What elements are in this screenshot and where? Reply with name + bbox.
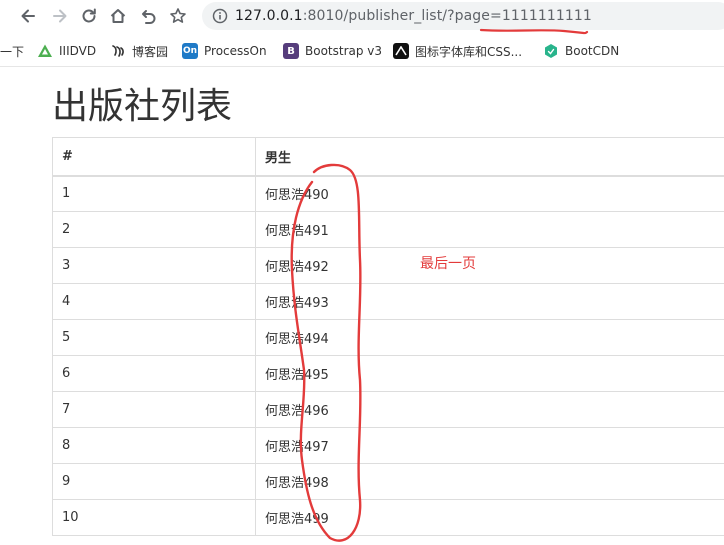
table-row: 3何思浩492: [53, 248, 724, 284]
red-underline-annotation: [480, 27, 588, 35]
bookmark-item[interactable]: 博客园: [110, 43, 168, 59]
table-row: 10何思浩499: [53, 500, 724, 536]
bookmark-item[interactable]: B Bootstrap v3: [283, 43, 382, 59]
row-index: 6: [53, 356, 256, 392]
bootcdn-icon: [543, 43, 559, 59]
font-icon: [393, 43, 409, 59]
star-bookmark-icon[interactable]: [166, 4, 190, 28]
table-row: 4何思浩493: [53, 284, 724, 320]
back-arrow-icon[interactable]: [16, 4, 40, 28]
row-index: 8: [53, 428, 256, 464]
bookmark-item[interactable]: BootCDN: [543, 43, 619, 59]
undo-icon[interactable]: [137, 4, 161, 28]
row-index: 9: [53, 464, 256, 500]
table-row: 6何思浩495: [53, 356, 724, 392]
processon-icon: On: [182, 43, 198, 59]
column-header: #: [53, 138, 256, 176]
reload-icon[interactable]: [77, 4, 101, 28]
row-index: 4: [53, 284, 256, 320]
bootstrap-icon: B: [283, 43, 299, 59]
row-index: 10: [53, 500, 256, 536]
page-title: 出版社列表: [52, 84, 232, 130]
table-row: 1何思浩490: [53, 176, 724, 212]
bookmark-item[interactable]: IIIDVD: [37, 43, 96, 59]
bookmark-item[interactable]: 图标字体库和CSS...: [393, 43, 522, 59]
row-index: 7: [53, 392, 256, 428]
publisher-table: # 男生 1何思浩490 2何思浩491 3何思浩492 4何思浩493 5何思…: [52, 137, 724, 536]
info-icon[interactable]: [212, 8, 228, 24]
last-page-annotation: 最后一页: [420, 253, 476, 273]
forward-arrow-icon[interactable]: [48, 4, 72, 28]
row-index: 1: [53, 176, 256, 212]
row-index: 2: [53, 212, 256, 248]
url-text[interactable]: 127.0.0.1:8010/publisher_list/?page=1111…: [235, 7, 592, 25]
table-row: 2何思浩491: [53, 212, 724, 248]
red-scribble-annotation: [270, 160, 380, 545]
cnblogs-icon: [110, 43, 126, 59]
triangle-logo-icon: [37, 43, 53, 59]
bookmark-item[interactable]: 一下: [0, 43, 24, 59]
browser-toolbar: 127.0.0.1:8010/publisher_list/?page=1111…: [0, 0, 724, 32]
table-row: 8何思浩497: [53, 428, 724, 464]
table-row: 7何思浩496: [53, 392, 724, 428]
address-bar[interactable]: 127.0.0.1:8010/publisher_list/?page=1111…: [202, 2, 724, 30]
table-row: 9何思浩498: [53, 464, 724, 500]
table-row: 5何思浩494: [53, 320, 724, 356]
home-icon[interactable]: [106, 4, 130, 28]
table-header-row: # 男生: [53, 138, 724, 176]
bookmarks-bar: 一下 IIIDVD 博客园 On ProcessOn B Bootstrap v…: [0, 36, 724, 67]
bookmark-item[interactable]: On ProcessOn: [182, 43, 267, 59]
row-index: 5: [53, 320, 256, 356]
row-index: 3: [53, 248, 256, 284]
